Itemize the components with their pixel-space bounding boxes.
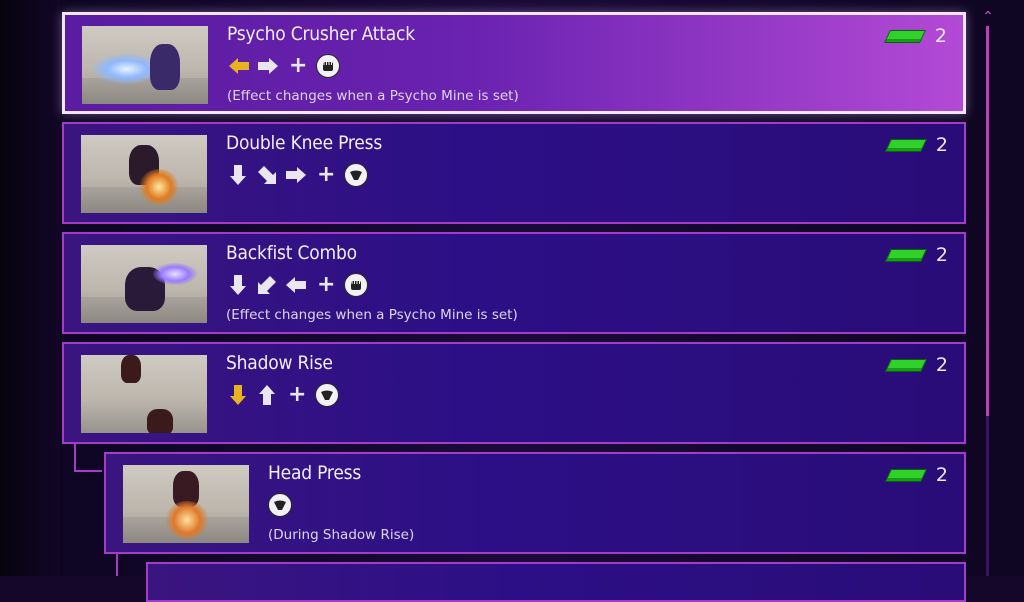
move-thumbnail (81, 355, 207, 433)
scrollbar-thumb[interactable] (986, 26, 989, 416)
scroll-up-icon[interactable]: ⌃ (979, 8, 997, 26)
move-card-head-press[interactable]: Head Press (During Shadow Rise) 2 (104, 452, 966, 554)
cost-value: 2 (935, 464, 948, 486)
kick-icon (344, 163, 369, 187)
move-thumbnail (82, 26, 208, 104)
move-input: + (226, 162, 369, 188)
move-thumbnail (81, 245, 207, 323)
move-input: + (226, 272, 369, 298)
arrow-down-icon (226, 164, 250, 186)
move-card-backfist-combo[interactable]: Backfist Combo + (Effect changes when a … (62, 232, 966, 334)
move-input: + (227, 53, 341, 79)
move-input (268, 492, 292, 518)
tree-connector (74, 444, 76, 472)
arrow-down-left-icon (255, 274, 279, 296)
arrow-right-icon (256, 55, 280, 77)
plus-sign: + (288, 382, 307, 407)
move-cost: 2 (884, 464, 948, 486)
move-thumbnail (123, 465, 249, 543)
move-card-double-knee-press[interactable]: Double Knee Press + 2 (62, 122, 966, 224)
arrow-left-icon (284, 274, 308, 296)
arrow-down-held-icon (226, 384, 250, 406)
plus-sign: + (317, 162, 336, 187)
move-cost: 2 (884, 354, 948, 376)
move-name: Backfist Combo (226, 242, 357, 264)
tree-connector (74, 470, 102, 472)
cost-value: 2 (934, 25, 947, 47)
cost-value: 2 (935, 244, 948, 266)
drive-gauge-icon (884, 248, 927, 262)
move-note: (During Shadow Rise) (268, 527, 415, 543)
move-note: (Effect changes when a Psycho Mine is se… (226, 307, 518, 323)
move-input: + (226, 382, 340, 408)
move-cost: 2 (884, 134, 948, 156)
drive-gauge-icon (884, 468, 927, 482)
cost-value: 2 (935, 354, 948, 376)
drive-gauge-icon (883, 29, 926, 43)
drive-gauge-icon (884, 138, 927, 152)
move-note: (Effect changes when a Psycho Mine is se… (227, 88, 519, 104)
drive-gauge-icon (884, 358, 927, 372)
move-name: Psycho Crusher Attack (227, 23, 415, 45)
arrow-left-held-icon (227, 55, 251, 77)
arrow-up-icon (255, 384, 279, 406)
move-card-next-partial[interactable] (146, 562, 966, 602)
move-cost: 2 (883, 25, 947, 47)
arrow-right-icon (284, 164, 308, 186)
plus-sign: + (289, 53, 308, 78)
move-card-shadow-rise[interactable]: Shadow Rise + 2 (62, 342, 966, 444)
move-name: Shadow Rise (226, 352, 333, 374)
tree-connector (116, 554, 118, 576)
kick-icon (268, 493, 292, 517)
move-cost: 2 (884, 244, 948, 266)
plus-sign: + (317, 272, 336, 297)
kick-icon (315, 383, 340, 407)
arrow-down-right-icon (255, 164, 279, 186)
move-list: Psycho Crusher Attack + (Effect changes … (0, 0, 1024, 602)
move-card-psycho-crusher-attack[interactable]: Psycho Crusher Attack + (Effect changes … (62, 12, 966, 114)
punch-fist-icon (316, 54, 341, 78)
move-name: Head Press (268, 462, 362, 484)
move-name: Double Knee Press (226, 132, 383, 154)
arrow-down-icon (226, 274, 250, 296)
cost-value: 2 (935, 134, 948, 156)
move-thumbnail (81, 135, 207, 213)
punch-fist-icon (344, 273, 369, 297)
